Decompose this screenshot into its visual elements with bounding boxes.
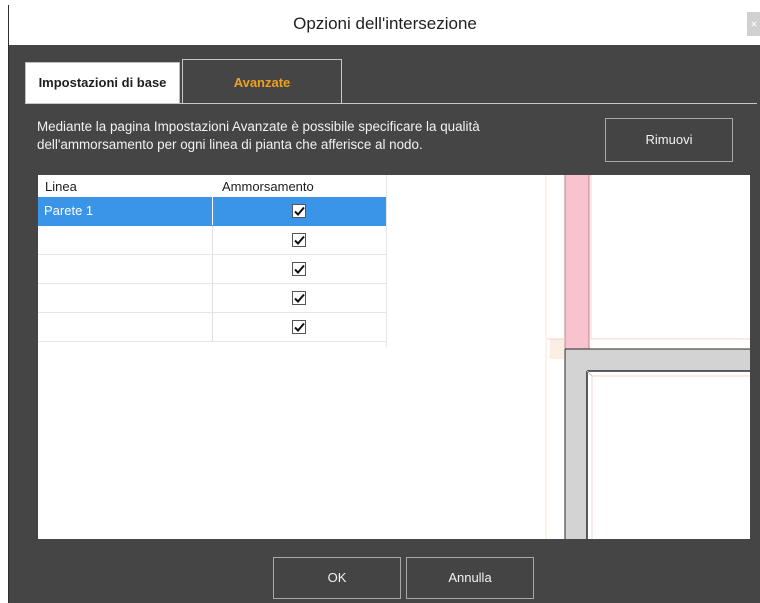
column-header-linea[interactable]: Linea (45, 175, 77, 197)
cell-divider (212, 255, 213, 283)
ammorsamento-checkbox[interactable] (292, 320, 306, 334)
checkmark-icon (294, 264, 305, 274)
ammorsamento-checkbox[interactable] (292, 291, 306, 305)
description-line: dell'ammorsamento per ogni linea di pian… (37, 137, 423, 152)
description-text: Mediante la pagina Impostazioni Avanzate… (37, 118, 597, 154)
tab-basic-settings[interactable]: Impostazioni di base (25, 62, 180, 104)
remove-button[interactable]: Rimuovi (605, 118, 733, 162)
ok-button[interactable]: OK (273, 557, 401, 599)
line-grid: Linea Ammorsamento Parete 1 (38, 175, 386, 342)
wall-gray-horizontal (565, 349, 750, 371)
table-row[interactable]: Parete 1 (38, 197, 386, 226)
table-row[interactable] (38, 284, 386, 313)
ammorsamento-checkbox[interactable] (292, 233, 306, 247)
checkmark-icon (294, 206, 305, 216)
dialog-title: Opzioni dell'intersezione (293, 14, 477, 33)
grid-header: Linea Ammorsamento (38, 175, 386, 197)
cell-divider (212, 313, 213, 341)
row-line-name: Parete 1 (44, 203, 94, 218)
checkmark-icon (294, 235, 305, 245)
table-row[interactable] (38, 226, 386, 255)
content-area: Linea Ammorsamento Parete 1 (38, 175, 750, 539)
ammorsamento-checkbox[interactable] (292, 262, 306, 276)
checkmark-icon (294, 322, 305, 332)
wall-gray-vertical (565, 371, 587, 539)
tab-advanced[interactable]: Avanzate (182, 59, 342, 104)
checkmark-icon (294, 293, 305, 303)
cancel-button[interactable]: Annulla (406, 557, 534, 599)
cell-divider (212, 197, 213, 225)
tab-panel-border (25, 103, 757, 104)
table-row[interactable] (38, 313, 386, 342)
intersection-preview (545, 175, 750, 539)
table-row[interactable] (38, 255, 386, 284)
wall-pink (565, 175, 589, 349)
cell-divider (212, 226, 213, 254)
column-header-ammorsamento[interactable]: Ammorsamento (222, 175, 314, 197)
ammorsamento-checkbox[interactable] (292, 204, 306, 218)
intersection-options-dialog: Opzioni dell'intersezione × Impostazioni… (8, 5, 760, 603)
grid-right-border (386, 175, 387, 347)
title-bar[interactable]: Opzioni dell'intersezione × (9, 5, 760, 45)
close-icon[interactable]: × (747, 12, 760, 36)
description-line: Mediante la pagina Impostazioni Avanzate… (37, 119, 480, 134)
cell-divider (212, 284, 213, 312)
